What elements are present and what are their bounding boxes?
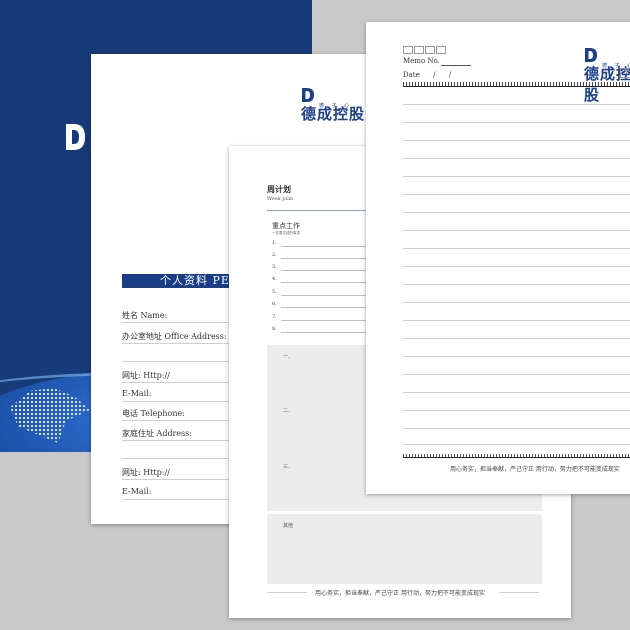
- item-line: [281, 258, 371, 259]
- item-line: [281, 282, 371, 283]
- item-number: 1.: [272, 240, 277, 246]
- item-number: 3.: [272, 264, 277, 270]
- week-plan-title: 周计划: [267, 184, 291, 194]
- memo-line: [403, 338, 630, 339]
- item-number: 5.: [272, 289, 277, 295]
- brand-subtitle: 德 子 心: [319, 103, 353, 109]
- box-label-1: 一、: [283, 354, 294, 360]
- focus-subtitle: 一定要达成的事项: [272, 231, 300, 235]
- memo-date-label: Date / /: [403, 71, 452, 79]
- field-line: [122, 361, 232, 362]
- item-number: 4.: [272, 276, 277, 282]
- week-plan-subtitle: Week plan: [267, 196, 294, 202]
- item-number: 6.: [272, 301, 277, 307]
- field-email: E-Mail:: [122, 389, 152, 398]
- field-line: [122, 440, 232, 441]
- brand-logo-d-icon: [585, 47, 597, 62]
- field-line: [122, 458, 232, 459]
- memo-line: [403, 428, 630, 429]
- memo-line: [403, 158, 630, 159]
- memo-bottom-hatch: [403, 454, 630, 458]
- field-name: 姓名 Name:: [122, 311, 168, 320]
- memo-line: [403, 356, 630, 357]
- field-line: [122, 322, 232, 323]
- memo-corner-label: Me: [620, 68, 630, 78]
- memo-number-line: [441, 65, 471, 66]
- item-line: [281, 270, 371, 271]
- box-icon: [403, 46, 413, 54]
- field-website: 网址: Http://: [122, 371, 170, 380]
- box-icon: [425, 46, 435, 54]
- field-line: [122, 401, 232, 402]
- item-line: [281, 307, 371, 308]
- box-label-other: 其他: [283, 523, 294, 529]
- field-home-address: 家庭住址 Address:: [122, 429, 193, 438]
- item-line: [281, 295, 371, 296]
- field-line: [122, 343, 232, 344]
- field-line: [122, 420, 232, 421]
- item-number: 7.: [272, 314, 277, 320]
- item-line: [281, 246, 371, 247]
- box-label-3: 三、: [283, 464, 294, 470]
- item-number: 2.: [272, 252, 277, 258]
- memo-line: [403, 374, 630, 375]
- plan-box-other: 其他: [267, 514, 542, 584]
- item-line: [281, 320, 371, 321]
- box-icon: [436, 46, 446, 54]
- box-icon: [414, 46, 424, 54]
- field-line: [122, 499, 232, 500]
- memo-line: [403, 212, 630, 213]
- memo-line: [403, 266, 630, 267]
- memo-line: [403, 410, 630, 411]
- memo-footer-slogan: 用心务实，担当奉献，严己守正 用行动，努力把不可能变成现实: [450, 466, 620, 473]
- field-telephone: 电话 Telephone:: [122, 409, 185, 418]
- field-website-2: 网址: Http://: [122, 468, 170, 477]
- memo-line: [403, 230, 630, 231]
- field-email-2: E-Mail:: [122, 487, 152, 496]
- memo-line: [403, 104, 630, 105]
- field-line: [122, 479, 232, 480]
- memo-top-hatch: [403, 82, 630, 87]
- box-label-2: 二、: [283, 408, 294, 414]
- field-line: [122, 382, 232, 383]
- memo-line: [403, 320, 630, 321]
- brand-logo-d-icon: [302, 87, 314, 102]
- footer-line: [499, 592, 539, 593]
- memo-line: [403, 444, 630, 445]
- memo-line: [403, 194, 630, 195]
- memo-line: [403, 284, 630, 285]
- brand-logo-d-icon: [66, 124, 85, 150]
- focus-title: 重点工作: [272, 222, 300, 230]
- memo-line: [403, 248, 630, 249]
- memo-line: [403, 392, 630, 393]
- memo-line: [403, 122, 630, 123]
- item-number: 8.: [272, 326, 277, 332]
- item-line: [281, 332, 371, 333]
- memo-number-label: Memo No.: [403, 57, 440, 65]
- memo-line: [403, 140, 630, 141]
- memo-sheet: Memo No. Date / / 德成控股 德 子 心 Me 用心务实，担当奉…: [366, 22, 630, 494]
- memo-line: [403, 176, 630, 177]
- memo-line: [403, 302, 630, 303]
